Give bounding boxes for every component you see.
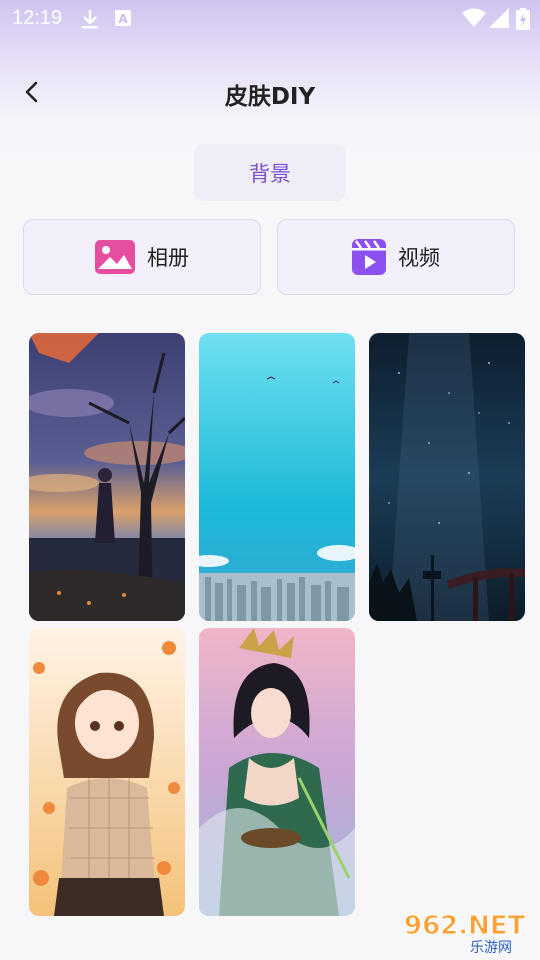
video-button-label: 视频 [398, 246, 440, 270]
status-bar: 12:19 A [0, 0, 540, 36]
tab-background-label: 背景 [249, 161, 291, 186]
album-button[interactable]: 相册 [23, 219, 261, 295]
wallpaper-blue-sky-city[interactable] [199, 333, 355, 621]
album-button-label: 相册 [147, 246, 189, 270]
watermark-logo: 962.NET 乐游网 [400, 906, 532, 957]
signal-icon [489, 8, 509, 28]
wallpaper-anime-girl-maple[interactable] [29, 628, 185, 916]
video-play-icon [352, 239, 386, 275]
svg-text:乐游网: 乐游网 [470, 940, 512, 956]
svg-text:A: A [118, 12, 128, 26]
wifi-icon [462, 8, 486, 27]
page-title: 皮肤DIY [224, 84, 316, 110]
wallpaper-fantasy-warrior-woman[interactable] [199, 628, 355, 916]
svg-text:962.NET: 962.NET [404, 911, 526, 941]
top-bar: 皮肤DIY [0, 62, 540, 122]
image-gallery-icon [95, 240, 135, 274]
battery-charging-icon [516, 8, 530, 30]
download-icon [82, 10, 98, 29]
video-button[interactable]: 视频 [277, 219, 515, 295]
wallpaper-night-starry-sky-torii[interactable] [369, 333, 525, 621]
text-a-icon: A [115, 10, 131, 26]
tab-background[interactable]: 背景 [194, 144, 346, 201]
status-time: 12:19 [12, 7, 63, 29]
wallpaper-autumn-tree-girl[interactable] [29, 333, 185, 621]
